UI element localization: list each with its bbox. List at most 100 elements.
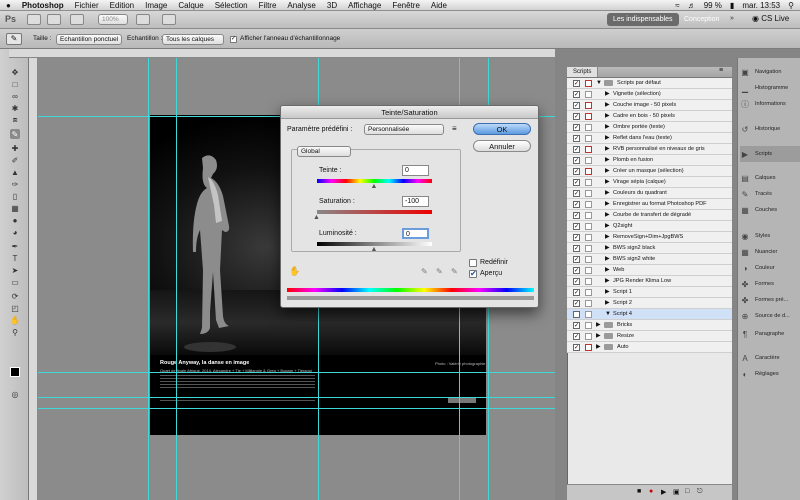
toggle-checkbox[interactable]: ✓ <box>573 212 580 219</box>
toggle-checkbox[interactable]: ✓ <box>573 80 580 87</box>
menu-aide[interactable]: Aide <box>431 1 447 10</box>
disclosure-triangle-icon[interactable]: ▶ <box>605 155 610 165</box>
shape-tool-icon[interactable]: ▭ <box>10 277 20 287</box>
disclosure-triangle-icon[interactable]: ▶ <box>605 276 610 286</box>
dialog-toggle-icon[interactable] <box>585 190 592 197</box>
toggle-checkbox[interactable]: ✓ <box>573 300 580 307</box>
dodge-tool-icon[interactable]: ◕ <box>10 227 20 237</box>
lasso-tool-icon[interactable]: ∞ <box>10 91 20 101</box>
action-set-row[interactable]: ✓ ▶ Bricks <box>567 320 732 331</box>
menu-calque[interactable]: Calque <box>178 1 203 10</box>
saturation-slider-thumb[interactable]: ▲ <box>313 214 320 221</box>
workspace-design-button[interactable]: Conception <box>684 16 719 23</box>
disclosure-triangle-icon[interactable]: ▶ <box>596 342 601 352</box>
blur-tool-icon[interactable]: ● <box>10 215 20 225</box>
menu-filtre[interactable]: Filtre <box>259 1 277 10</box>
dialog-toggle-icon[interactable] <box>585 256 592 263</box>
dialog-toggle-icon[interactable] <box>585 212 592 219</box>
wifi-icon[interactable]: ≈ <box>675 1 679 10</box>
menu-image[interactable]: Image <box>145 1 167 10</box>
trash-icon[interactable]: ⎋ <box>697 488 703 496</box>
stop-icon[interactable]: ■ <box>637 488 641 495</box>
eyedropper-tool-icon[interactable]: ✎ <box>10 129 20 139</box>
toggle-checkbox[interactable]: ✓ <box>573 135 580 142</box>
disclosure-triangle-icon[interactable]: ▶ <box>605 100 610 110</box>
saturation-slider-track[interactable] <box>317 210 432 214</box>
dialog-toggle-icon[interactable] <box>585 157 592 164</box>
action-row[interactable]: ✓ ▶ BWS sign2 black <box>567 243 732 254</box>
disclosure-triangle-icon[interactable]: ▶ <box>605 122 610 132</box>
healing-brush-tool-icon[interactable]: ✚ <box>10 143 20 153</box>
channel-select[interactable]: Global <box>297 146 351 157</box>
dock-item[interactable]: ✎ Tracés <box>740 186 800 202</box>
new-set-icon[interactable]: ▣ <box>673 488 680 496</box>
spotlight-icon[interactable]: ⚲ <box>788 1 794 10</box>
disclosure-triangle-icon[interactable]: ▶ <box>605 166 610 176</box>
dock-item[interactable]: ▶ Scripts <box>740 146 800 162</box>
action-row[interactable]: ✓ ▶ Script 2 <box>567 298 732 309</box>
history-brush-tool-icon[interactable]: ✑ <box>10 179 20 189</box>
disclosure-triangle-icon[interactable]: ▼ <box>596 78 602 88</box>
menu-selection[interactable]: Sélection <box>215 1 248 10</box>
pen-tool-icon[interactable]: ✒ <box>10 241 20 251</box>
dialog-toggle-icon[interactable] <box>585 322 592 329</box>
dock-item[interactable]: ¶ Paragraphe <box>740 326 800 342</box>
action-row[interactable]: ✓ ▶ Plomb en fusion <box>567 155 732 166</box>
disclosure-triangle-icon[interactable]: ▶ <box>605 188 610 198</box>
dock-item[interactable]: ▦ Nuancier <box>740 244 800 260</box>
menu-fenetre[interactable]: Fenêtre <box>392 1 420 10</box>
action-row[interactable]: ✓ ▶ Cadre en bois - 50 pixels <box>567 111 732 122</box>
clone-stamp-tool-icon[interactable]: ▲ <box>10 167 20 177</box>
dialog-toggle-icon[interactable] <box>585 300 592 307</box>
quick-select-tool-icon[interactable]: ✱ <box>10 103 20 113</box>
lightness-input[interactable]: 0 <box>402 228 429 239</box>
dock-item[interactable]: ◐ Réglages <box>740 366 800 382</box>
dialog-toggle-icon[interactable] <box>585 135 592 142</box>
apple-icon[interactable]: ● <box>6 1 11 10</box>
menu-3d[interactable]: 3D <box>327 1 337 10</box>
sample-layers-select[interactable]: Tous les calques <box>162 34 224 45</box>
eyedropper-tool-preset-icon[interactable]: ✎ <box>6 33 22 45</box>
preset-select[interactable]: Personnalisée <box>364 124 444 135</box>
action-row[interactable]: ✓ ▶ BWS sign2 white <box>567 254 732 265</box>
menu-edition[interactable]: Edition <box>110 1 134 10</box>
toggle-checkbox[interactable]: ✓ <box>573 234 580 241</box>
action-row[interactable]: ✓ ▶ Reflet dans l'eau (texte) <box>567 133 732 144</box>
toggle-checkbox[interactable]: ✓ <box>573 102 580 109</box>
sampling-ring-checkbox[interactable]: ✓ <box>230 36 237 43</box>
toggle-checkbox[interactable]: ✓ <box>573 91 580 98</box>
toggle-checkbox[interactable]: ✓ <box>573 322 580 329</box>
guide-vertical[interactable] <box>176 58 177 500</box>
minibridge-button[interactable] <box>47 14 61 25</box>
disclosure-triangle-icon[interactable]: ▶ <box>605 221 610 231</box>
toggle-checkbox[interactable]: ✓ <box>573 146 580 153</box>
action-row[interactable]: ✓ ▶ Ombre portée (texte) <box>567 122 732 133</box>
toggle-checkbox[interactable]: ✓ <box>573 256 580 263</box>
toggle-checkbox[interactable]: ✓ <box>573 344 580 351</box>
menu-fichier[interactable]: Fichier <box>75 1 99 10</box>
dialog-toggle-icon[interactable] <box>585 344 592 351</box>
toggle-checkbox[interactable]: ✓ <box>573 190 580 197</box>
disclosure-triangle-icon[interactable]: ▶ <box>605 243 610 253</box>
hue-slider-thumb[interactable]: ▲ <box>371 183 378 190</box>
disclosure-triangle-icon[interactable]: ▼ <box>605 309 611 319</box>
dock-item[interactable]: ▣ Navigation <box>740 64 800 80</box>
disclosure-triangle-icon[interactable]: ▶ <box>596 331 601 341</box>
workspace-more-button[interactable]: » <box>730 15 734 22</box>
arrange-docs-button[interactable] <box>136 14 150 25</box>
3d-orbit-tool-icon[interactable]: ◰ <box>10 303 20 313</box>
disclosure-triangle-icon[interactable]: ▶ <box>605 199 610 209</box>
dialog-toggle-icon[interactable] <box>585 311 592 318</box>
dock-item[interactable]: ▤ Calques <box>740 170 800 186</box>
crop-tool-icon[interactable]: ⧈ <box>10 115 20 125</box>
brush-tool-icon[interactable]: ✐ <box>10 155 20 165</box>
dialog-toggle-icon[interactable] <box>585 80 592 87</box>
dialog-toggle-icon[interactable] <box>585 179 592 186</box>
disclosure-triangle-icon[interactable]: ▶ <box>605 144 610 154</box>
marquee-tool-icon[interactable]: □ <box>10 79 20 89</box>
cs-live-button[interactable]: ◉ CS Live <box>752 14 789 23</box>
disclosure-triangle-icon[interactable]: ▶ <box>605 298 610 308</box>
dialog-toggle-icon[interactable] <box>585 102 592 109</box>
gradient-tool-icon[interactable]: ▦ <box>10 203 20 213</box>
dialog-toggle-icon[interactable] <box>585 234 592 241</box>
